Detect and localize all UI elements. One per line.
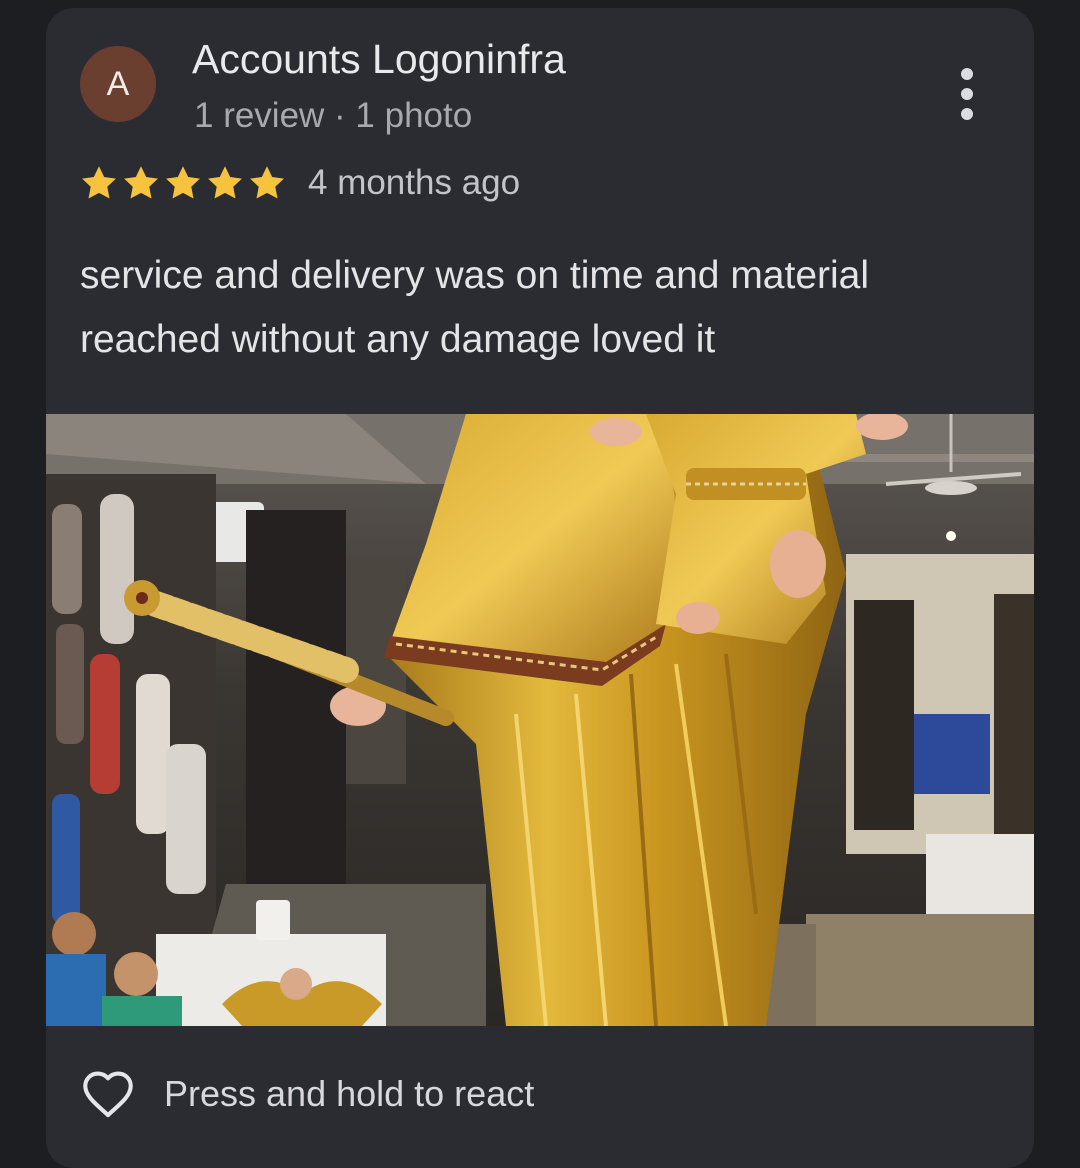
star-icon: [208, 166, 242, 199]
star-icon: [82, 166, 116, 199]
review-time: 4 months ago: [308, 163, 521, 202]
rating-row: 4 months ago: [80, 158, 520, 208]
react-button[interactable]: Press and hold to react: [80, 1066, 534, 1122]
star-icon: [166, 166, 200, 199]
review-photo[interactable]: [46, 414, 1034, 1026]
heart-outline-icon: [83, 1071, 133, 1118]
more-vert-icon: [961, 68, 973, 120]
star-icon: [124, 166, 158, 199]
author-name[interactable]: Accounts Logoninfra: [192, 36, 566, 83]
review-card: A Accounts Logoninfra 1 review · 1 photo…: [46, 8, 1034, 1168]
more-options-button[interactable]: [942, 62, 992, 126]
star-rating: [80, 165, 286, 201]
star-icon: [250, 166, 284, 199]
author-meta: 1 review · 1 photo: [194, 96, 473, 135]
avatar[interactable]: A: [80, 46, 156, 122]
react-label: Press and hold to react: [164, 1073, 535, 1114]
avatar-letter: A: [106, 64, 130, 103]
review-text: service and delivery was on time and mat…: [80, 254, 870, 361]
